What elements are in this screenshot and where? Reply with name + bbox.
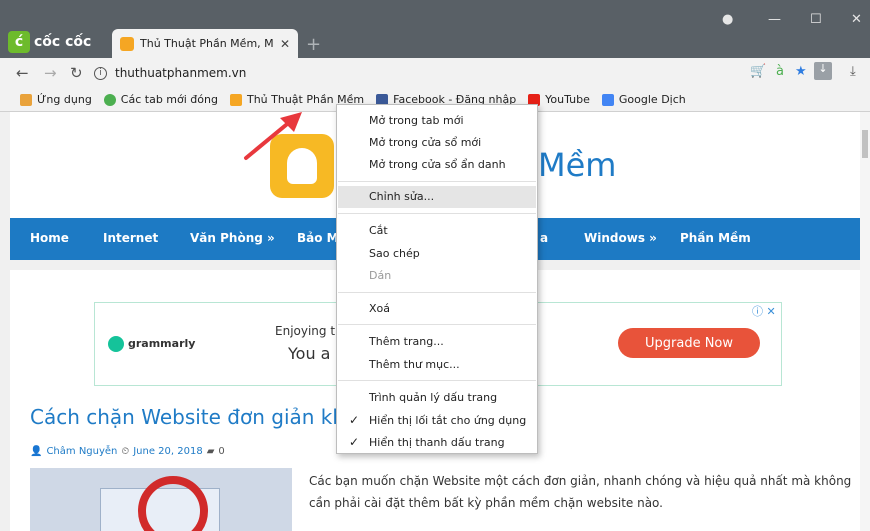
menu-add-page[interactable]: Thêm trang... — [369, 335, 444, 348]
url-text[interactable]: thuthuatphanmem.vn — [115, 66, 246, 80]
page-scrollbar[interactable] — [860, 112, 870, 531]
menu-open-new-window[interactable]: Mở trong cửa sổ mới — [369, 136, 481, 149]
nav-hidden-item[interactable]: a — [540, 231, 548, 245]
menu-add-folder[interactable]: Thêm thư mục... — [369, 358, 460, 371]
clock-icon: ⏲ — [121, 446, 130, 457]
google-translate-icon — [601, 93, 614, 106]
ad-subline: You a — [288, 344, 331, 363]
cart-icon[interactable]: 🛒 — [750, 64, 766, 79]
address-bar[interactable]: i thuthuatphanmem.vn — [94, 62, 734, 84]
menu-cut[interactable]: Cắt — [369, 224, 388, 237]
post-thumbnail[interactable] — [30, 468, 292, 531]
menu-separator — [338, 181, 536, 182]
apps-grid-icon — [20, 93, 32, 106]
block-sign-icon — [138, 476, 208, 531]
menu-copy[interactable]: Sao chép — [369, 247, 420, 260]
bookmark-label: YouTube — [545, 93, 590, 106]
menu-delete[interactable]: Xoá — [369, 302, 390, 315]
bookmark-apps[interactable]: Ứng dụng — [20, 93, 92, 106]
bookmark-star-icon[interactable]: ★ — [795, 64, 807, 79]
checkmark-icon: ✓ — [349, 413, 360, 427]
reload-icon[interactable]: ↻ — [70, 64, 83, 82]
menu-separator — [338, 292, 536, 293]
post-comment-count[interactable]: 0 — [218, 446, 224, 457]
upgrade-now-button[interactable]: Upgrade Now — [618, 328, 760, 358]
menu-separator — [338, 213, 536, 214]
coccoc-logo[interactable]: ć cốc cốc — [8, 31, 91, 53]
post-meta: 👤 Châm Nguyễn ⏲ June 20, 2018 ▰ 0 — [30, 446, 225, 457]
tab-close-icon[interactable]: ✕ — [280, 37, 290, 51]
downloads-icon[interactable]: ⤓ — [850, 64, 856, 79]
post-author[interactable]: Châm Nguyễn — [46, 446, 117, 457]
menu-open-new-tab[interactable]: Mở trong tab mới — [369, 114, 464, 127]
bookmark-label: Google Dịch — [618, 93, 686, 106]
author-icon: 👤 — [30, 446, 43, 457]
nav-phan-mem[interactable]: Phần Mềm — [680, 231, 751, 245]
close-window-icon[interactable]: ✕ — [851, 12, 862, 27]
forward-icon[interactable]: → — [44, 64, 57, 82]
bookmark-google-translate[interactable]: Google Dịch — [601, 93, 686, 106]
ad-headline: Enjoying t — [275, 324, 336, 338]
comment-icon: ▰ — [206, 446, 215, 457]
coccoc-logo-icon: ć — [8, 31, 30, 53]
ad-close-icon[interactable]: ⓘ ✕ — [752, 303, 776, 319]
annotation-arrow-icon — [244, 112, 302, 160]
site-name[interactable]: Mềm — [538, 146, 616, 184]
new-tab-icon[interactable]: + — [306, 34, 321, 55]
bookmark-context-menu: Mở trong tab mới Mở trong cửa sổ mới Mở … — [336, 104, 538, 454]
maximize-icon[interactable]: ☐ — [810, 12, 822, 27]
menu-paste: Dán — [369, 269, 392, 282]
bookmark-label: Ứng dụng — [37, 93, 92, 106]
menu-separator — [338, 324, 536, 325]
scrollbar-thumb[interactable] — [862, 130, 868, 158]
grammarly-logo-icon — [108, 336, 124, 352]
post-title[interactable]: Cách chặn Website đơn giản khô — [30, 405, 357, 429]
nav-windows[interactable]: Windows » — [584, 231, 657, 245]
nav-bao-mat[interactable]: Bảo M — [297, 231, 339, 245]
menu-separator — [338, 380, 536, 381]
menu-edit[interactable]: Chỉnh sửa... — [338, 186, 536, 208]
bookmark-recent-tabs[interactable]: Các tab mới đóng — [103, 93, 218, 106]
bulb-favicon-icon — [229, 93, 242, 106]
menu-show-bookmarks-bar[interactable]: Hiển thị thanh dấu trang — [369, 436, 505, 449]
tab-favicon-icon — [120, 36, 134, 51]
profile-icon[interactable]: ● — [722, 12, 733, 27]
post-date[interactable]: June 20, 2018 — [133, 446, 203, 457]
menu-open-incognito[interactable]: Mở trong cửa sổ ẩn danh — [369, 158, 506, 171]
site-info-icon[interactable]: i — [94, 66, 107, 80]
history-icon — [103, 93, 116, 106]
browser-tab[interactable]: Thủ Thuật Phần Mềm, Mẹ ✕ — [112, 29, 298, 58]
post-excerpt: Các bạn muốn chặn Website một cách đơn g… — [309, 474, 852, 510]
menu-show-apps-shortcut[interactable]: Hiển thị lối tắt cho ứng dụng — [369, 414, 526, 427]
tab-title: Thủ Thuật Phần Mềm, Mẹ — [140, 37, 274, 50]
coccoc-logo-text: cốc cốc — [34, 34, 92, 50]
bookmark-label: Các tab mới đóng — [120, 93, 218, 106]
nav-van-phong[interactable]: Văn Phòng » — [190, 231, 275, 245]
back-icon[interactable]: ← — [16, 64, 29, 82]
download-ext-icon[interactable]: ↓ — [814, 62, 832, 80]
nav-internet[interactable]: Internet — [103, 231, 158, 245]
minimize-icon[interactable]: — — [768, 12, 781, 27]
checkmark-icon: ✓ — [349, 435, 360, 449]
nav-home[interactable]: Home — [30, 231, 69, 245]
translate-icon[interactable]: à — [776, 64, 784, 79]
ad-brand: grammarly — [128, 337, 196, 350]
menu-bookmark-manager[interactable]: Trình quản lý dấu trang — [369, 391, 497, 404]
